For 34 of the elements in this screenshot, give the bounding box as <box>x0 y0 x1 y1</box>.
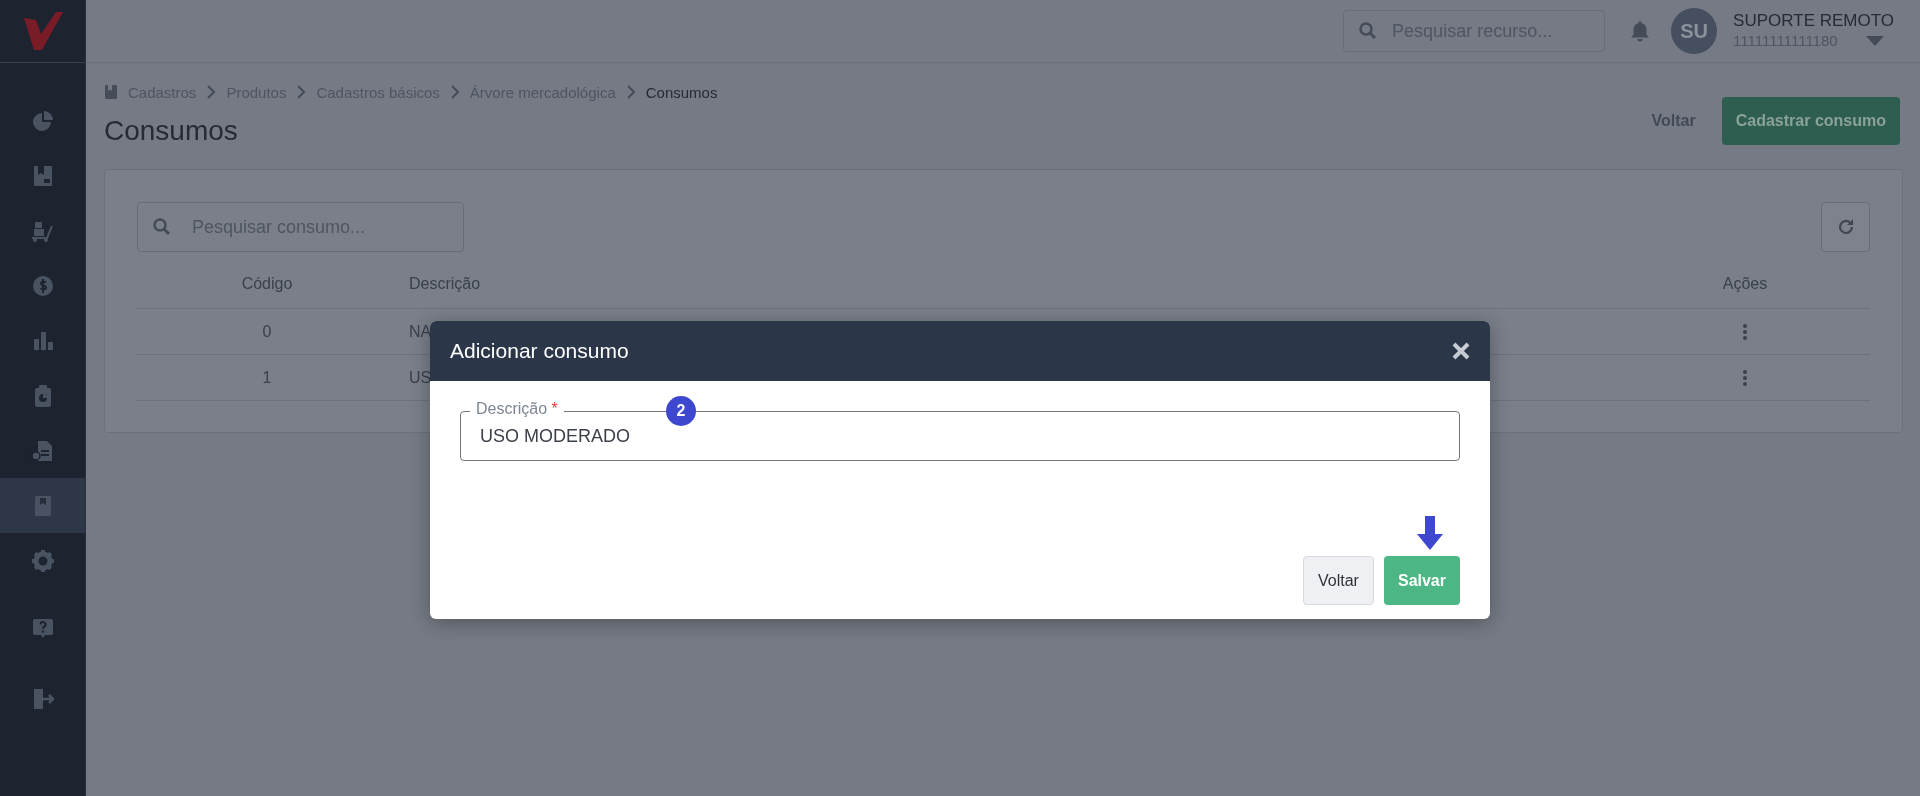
chevron-icon <box>625 85 636 99</box>
refresh-button[interactable] <box>1821 202 1870 252</box>
search-icon <box>152 217 172 237</box>
table-cell: 0 <box>137 309 397 355</box>
close-button[interactable] <box>1452 342 1470 360</box>
document-ribbon-icon <box>30 438 55 463</box>
user-name: SUPORTE REMOTO <box>1733 11 1894 31</box>
close-icon <box>1452 342 1470 360</box>
column-header: Ações <box>1620 260 1870 309</box>
bell-icon[interactable] <box>1629 19 1652 43</box>
table-cell: 1 <box>137 355 397 401</box>
user-avatar[interactable]: SU <box>1671 8 1718 54</box>
step-badge: 2 <box>666 396 696 426</box>
search-icon <box>1358 21 1379 41</box>
back-button[interactable]: Voltar <box>1303 556 1374 605</box>
down-arrow-icon <box>1417 516 1443 550</box>
save-button[interactable]: Salvar <box>1383 556 1460 605</box>
chevron-icon <box>206 85 217 99</box>
book-icon <box>104 84 118 100</box>
pie-chart-icon <box>30 108 55 133</box>
create-button[interactable]: Cadastrar consumo <box>1721 97 1900 145</box>
caret-icon[interactable] <box>1865 35 1884 47</box>
chevron-icon <box>449 85 460 99</box>
kebab-menu-icon[interactable] <box>1742 322 1748 341</box>
chevron-icon <box>296 85 307 99</box>
kebab-menu-icon[interactable] <box>1742 368 1748 387</box>
settings-icon <box>30 548 55 573</box>
logo-icon <box>21 10 64 52</box>
dollar-icon <box>30 273 55 298</box>
sidebar-item[interactable] <box>0 478 85 533</box>
column-header: Descrição <box>397 260 1620 309</box>
field-label: Descrição * <box>470 400 564 418</box>
column-header: Código <box>137 260 397 309</box>
page-title: Consumos <box>104 115 239 147</box>
